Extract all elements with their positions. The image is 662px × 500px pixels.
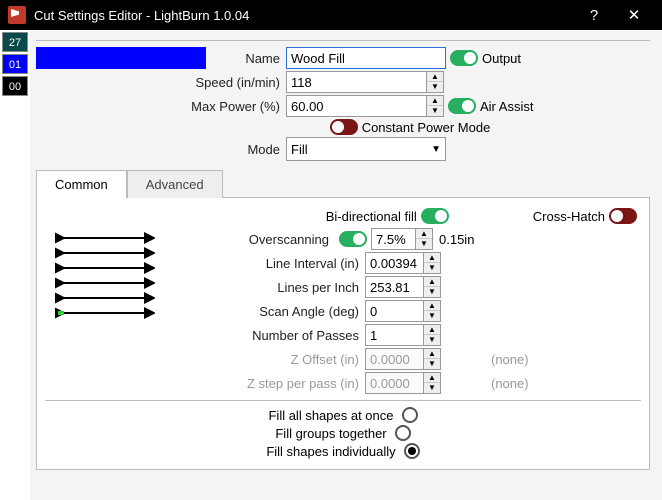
spin-down-icon[interactable]: ▼	[424, 311, 440, 321]
swatch-01[interactable]: 01	[2, 54, 28, 74]
passes-input[interactable]	[365, 324, 423, 346]
spin-down-icon[interactable]: ▼	[424, 335, 440, 345]
zoff-note: (none)	[491, 352, 529, 367]
chevron-down-icon: ▼	[431, 144, 441, 155]
fill-groups-label: Fill groups together	[275, 426, 386, 441]
content: Name Output Speed (in/min) ▲▼ Max Power …	[30, 30, 662, 500]
swatch-00[interactable]: 00	[2, 76, 28, 96]
spin-down-icon[interactable]: ▼	[427, 82, 443, 92]
zstep-note: (none)	[491, 376, 529, 391]
tab-panel-common: Bi-directional fill Cross-Hatch	[36, 197, 650, 470]
spin-down-icon: ▼	[424, 359, 440, 369]
spin-down-icon[interactable]: ▼	[416, 239, 432, 249]
overscan-in: 0.15in	[439, 232, 474, 247]
zoff-spin: ▲▼	[365, 348, 441, 370]
window-title: Cut Settings Editor - LightBurn 1.0.04	[34, 8, 574, 23]
cross-toggle[interactable]	[609, 208, 637, 224]
constpower-toggle[interactable]	[330, 119, 358, 135]
lpi-spin[interactable]: ▲▼	[365, 276, 441, 298]
speed-input[interactable]	[286, 71, 426, 93]
passes-label: Number of Passes	[165, 328, 365, 343]
cross-label: Cross-Hatch	[533, 209, 605, 224]
bidir-toggle[interactable]	[421, 208, 449, 224]
layer-color-strip[interactable]	[36, 47, 206, 69]
airassist-toggle[interactable]	[448, 98, 476, 114]
tab-common[interactable]: Common	[36, 170, 127, 198]
spin-down-icon[interactable]: ▼	[427, 106, 443, 116]
maxpower-input[interactable]	[286, 95, 426, 117]
angle-input[interactable]	[365, 300, 423, 322]
maxpower-label: Max Power (%)	[36, 99, 286, 114]
spin-up-icon[interactable]: ▲	[424, 253, 440, 263]
spin-down-icon: ▼	[424, 383, 440, 393]
spin-down-icon[interactable]: ▼	[424, 287, 440, 297]
overscan-toggle[interactable]	[339, 231, 367, 247]
passes-spin[interactable]: ▲▼	[365, 324, 441, 346]
fill-preview	[55, 230, 155, 320]
speed-spin[interactable]: ▲▼	[286, 71, 444, 93]
fill-indiv-label: Fill shapes individually	[266, 444, 395, 459]
close-button[interactable]: ✕	[614, 6, 654, 24]
overscan-label: Overscanning	[165, 232, 335, 247]
tabs: Common Advanced	[36, 169, 650, 197]
zstep-spin: ▲▼	[365, 372, 441, 394]
titlebar: Cut Settings Editor - LightBurn 1.0.04 ?…	[0, 0, 662, 30]
overscan-pct-spin[interactable]: ▲▼	[371, 228, 433, 250]
name-input[interactable]	[286, 47, 446, 69]
constpower-label: Constant Power Mode	[362, 120, 491, 135]
fill-groups-radio[interactable]	[395, 425, 411, 441]
layer-palette: 27 01 00	[0, 30, 30, 500]
name-label: Name	[206, 51, 286, 66]
zstep-input	[365, 372, 423, 394]
output-toggle[interactable]	[450, 50, 478, 66]
fill-indiv-radio[interactable]	[404, 443, 420, 459]
zoff-label: Z Offset (in)	[165, 352, 365, 367]
lpi-label: Lines per Inch	[165, 280, 365, 295]
maxpower-spin[interactable]: ▲▼	[286, 95, 444, 117]
mode-value: Fill	[291, 142, 308, 157]
zstep-label: Z step per pass (in)	[165, 376, 365, 391]
zoff-input	[365, 348, 423, 370]
spin-up-icon[interactable]: ▲	[416, 229, 432, 239]
spin-up-icon[interactable]: ▲	[424, 301, 440, 311]
spin-up-icon[interactable]: ▲	[424, 277, 440, 287]
help-button[interactable]: ?	[574, 7, 614, 24]
spin-up-icon[interactable]: ▲	[424, 325, 440, 335]
lineint-input[interactable]	[365, 252, 423, 274]
main: 27 01 00 Name Output Speed (in/min) ▲▼ M…	[0, 30, 662, 500]
bidir-label: Bi-directional fill	[326, 209, 417, 224]
swatch-27[interactable]: 27	[2, 32, 28, 52]
mode-select[interactable]: Fill ▼	[286, 137, 446, 161]
airassist-label: Air Assist	[480, 99, 533, 114]
app-icon	[8, 6, 26, 24]
angle-spin[interactable]: ▲▼	[365, 300, 441, 322]
lineint-label: Line Interval (in)	[165, 256, 365, 271]
spin-up-icon[interactable]: ▲	[427, 96, 443, 106]
spin-up-icon: ▲	[424, 349, 440, 359]
mode-label: Mode	[36, 142, 286, 157]
output-label: Output	[482, 51, 521, 66]
lpi-input[interactable]	[365, 276, 423, 298]
spin-up-icon[interactable]: ▲	[427, 72, 443, 82]
overscan-pct-input[interactable]	[371, 228, 415, 250]
fill-all-label: Fill all shapes at once	[268, 408, 393, 423]
lineint-spin[interactable]: ▲▼	[365, 252, 441, 274]
spin-down-icon[interactable]: ▼	[424, 263, 440, 273]
spin-up-icon: ▲	[424, 373, 440, 383]
angle-label: Scan Angle (deg)	[165, 304, 365, 319]
fill-all-radio[interactable]	[402, 407, 418, 423]
tab-advanced[interactable]: Advanced	[127, 170, 223, 198]
speed-label: Speed (in/min)	[36, 75, 286, 90]
